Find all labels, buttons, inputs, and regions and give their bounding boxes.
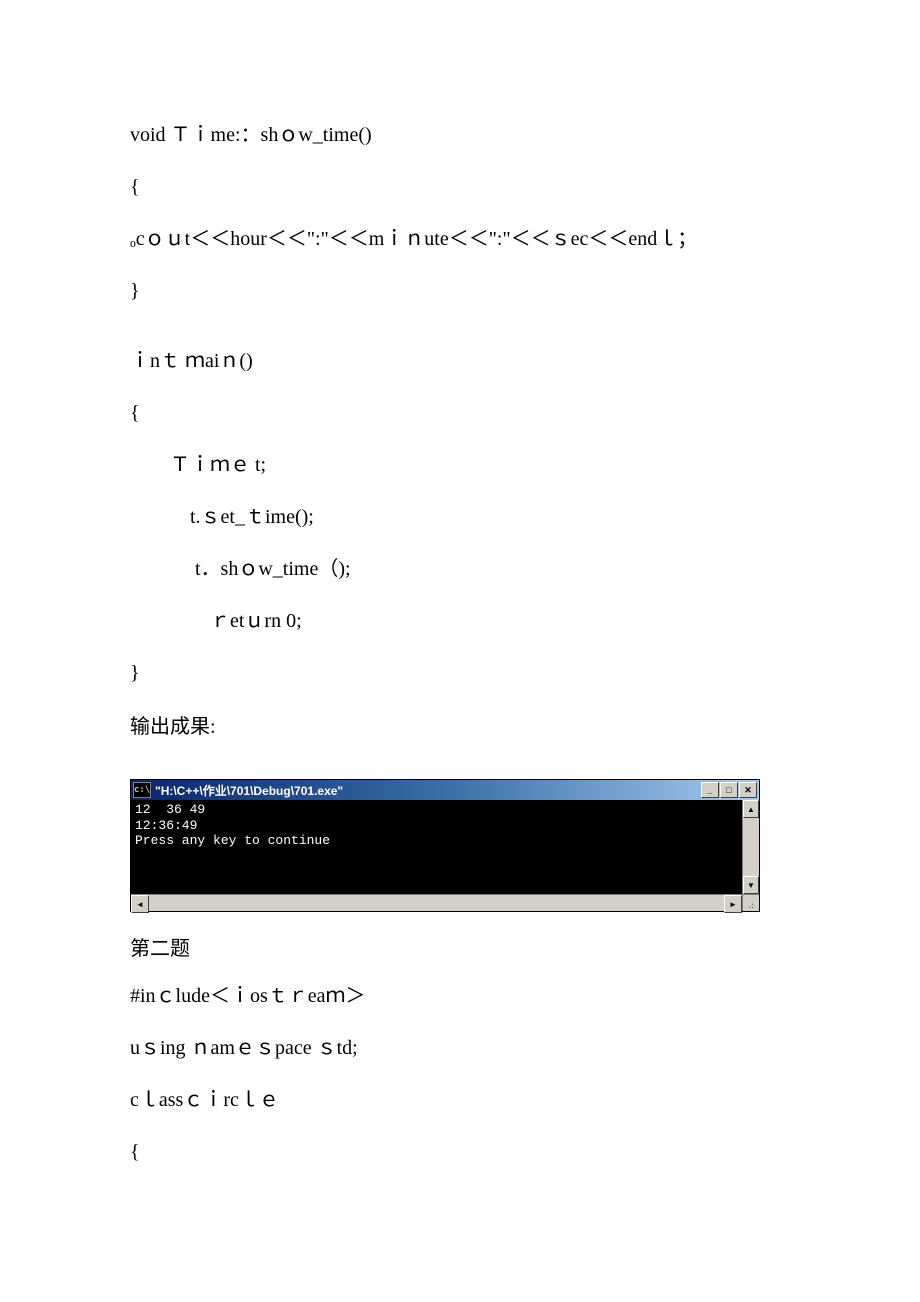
console-icon: c:\ bbox=[133, 782, 151, 798]
console-line: 12 36 49 bbox=[135, 802, 205, 817]
section-heading: 第二题 bbox=[130, 932, 790, 961]
scroll-down-icon[interactable]: ▼ bbox=[743, 876, 759, 894]
code-line: ｒetｕrn 0; bbox=[130, 606, 790, 636]
maximize-button[interactable]: □ bbox=[720, 782, 738, 798]
close-button[interactable]: ✕ bbox=[739, 782, 757, 798]
code-line: Ｔｉｍｅ t; bbox=[130, 450, 790, 480]
resize-grip-icon[interactable]: ⣠ bbox=[742, 895, 759, 911]
window-controls: _ □ ✕ bbox=[701, 782, 757, 798]
window-titlebar: c:\ "H:\C++\作业\701\Debug\701.exe" _ □ ✕ bbox=[131, 780, 759, 800]
document-page: void Ｔｉme:：shｏw_time() { ₒcｏｕt＜＜hour＜＜":… bbox=[0, 0, 920, 1249]
console-window: c:\ "H:\C++\作业\701\Debug\701.exe" _ □ ✕ … bbox=[130, 779, 760, 912]
vertical-scrollbar[interactable]: ▲ ▼ bbox=[742, 800, 759, 894]
output-result-label: 输出成果: bbox=[130, 710, 790, 739]
code-line: } bbox=[130, 658, 790, 688]
console-line: 12:36:49 bbox=[135, 818, 197, 833]
window-title: "H:\C++\作业\701\Debug\701.exe" bbox=[155, 782, 701, 799]
code-line: { bbox=[130, 398, 790, 428]
console-output: 12 36 49 12:36:49 Press any key to conti… bbox=[131, 800, 742, 894]
minimize-button[interactable]: _ bbox=[701, 782, 719, 798]
scroll-left-icon[interactable]: ◄ bbox=[131, 895, 149, 913]
code-line: { bbox=[130, 172, 790, 202]
code-line: cｌassｃｉrcｌｅ bbox=[130, 1085, 790, 1115]
code-line: ₒcｏｕt＜＜hour＜＜":"＜＜mｉｎute＜＜":"＜＜ｓec＜＜endｌ… bbox=[130, 224, 790, 254]
code-line: #inｃlude＜ｉosｔｒeaｍ＞ bbox=[130, 981, 790, 1011]
code-line: } bbox=[130, 276, 790, 306]
code-line: uｓing ｎamｅｓpace ｓtd; bbox=[130, 1033, 790, 1063]
code-line: ｉnｔ ｍaiｎ() bbox=[130, 346, 790, 376]
code-line: t．shｏw_time（); bbox=[130, 554, 790, 584]
scroll-right-icon[interactable]: ► bbox=[724, 895, 742, 913]
code-line: void Ｔｉme:：shｏw_time() bbox=[130, 120, 790, 150]
scroll-up-icon[interactable]: ▲ bbox=[743, 800, 759, 818]
console-line: Press any key to continue bbox=[135, 833, 330, 848]
code-line: { bbox=[130, 1137, 790, 1167]
horizontal-scrollbar[interactable]: ◄ ► ⣠ bbox=[131, 894, 759, 911]
code-line: t.ｓet_ｔime(); bbox=[130, 502, 790, 532]
